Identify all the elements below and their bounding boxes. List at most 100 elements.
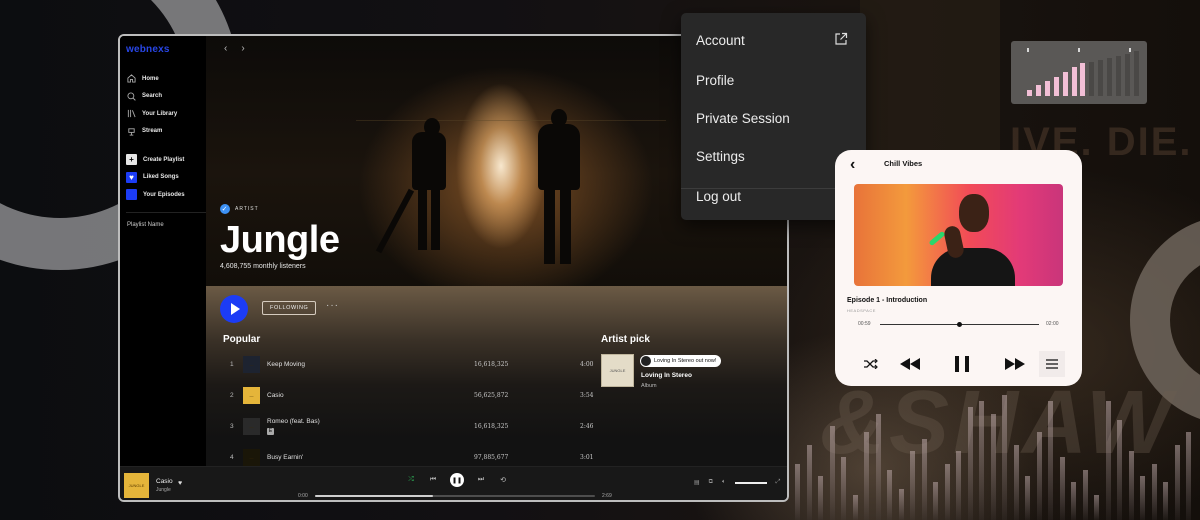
episode-seek-bar[interactable] <box>880 322 1039 327</box>
level-bar <box>1098 60 1104 96</box>
seek-bar[interactable] <box>315 495 595 497</box>
artist-pick-announcement[interactable]: Loving In Stereo out now! <box>640 355 722 367</box>
forward-button[interactable]: › <box>241 43 244 54</box>
device-icon[interactable]: ⧉ <box>709 479 713 486</box>
sidebar-item-library[interactable]: Your Library <box>126 105 177 123</box>
equalizer-bar <box>1094 495 1099 520</box>
level-bar <box>1124 54 1130 96</box>
sidebar-item-label: Search <box>142 93 163 100</box>
back-arrow-icon[interactable]: ‹ <box>850 156 855 174</box>
artist-avatar <box>641 356 651 366</box>
history-nav: ‹ › <box>224 43 245 54</box>
fast-forward-icon[interactable] <box>1003 351 1027 377</box>
track-play-count: 16,618,325 <box>474 361 509 368</box>
level-bar <box>1071 67 1077 96</box>
rewind-icon[interactable] <box>898 351 922 377</box>
fullscreen-icon[interactable]: ⤢ <box>776 479 781 486</box>
back-button[interactable]: ‹ <box>224 43 227 54</box>
sidebar-item-label: Your Episodes <box>143 191 185 198</box>
sidebar-item-stream[interactable]: Stream <box>126 123 177 141</box>
volume-icon[interactable]: 🔈︎ <box>722 479 726 486</box>
podcast-cover-image <box>854 184 1063 286</box>
level-bar <box>1107 58 1113 96</box>
hero-figure-right-body <box>538 124 580 190</box>
track-play-count: 56,625,872 <box>474 392 509 399</box>
equalizer-bar <box>887 470 892 520</box>
background-equalizer <box>795 390 1200 520</box>
artist-pick-title[interactable]: Loving In Stereo <box>641 372 692 379</box>
track-row[interactable]: 1 — Keep Moving 16,618,325 4:00 <box>206 349 593 380</box>
menu-item-log-out[interactable]: Log out <box>696 189 741 204</box>
sidebar-item-label: Create Playlist <box>143 156 185 163</box>
menu-item-account[interactable]: Account <box>696 33 745 48</box>
sidebar-item-liked-songs[interactable]: ♥ Liked Songs <box>126 169 185 187</box>
track-info: Keep Moving <box>267 361 305 368</box>
verified-artist-label: ✓ ARTIST <box>220 204 339 214</box>
equalizer-bar <box>898 489 904 520</box>
sidebar-item-your-episodes[interactable]: Your Episodes <box>126 186 185 204</box>
sidebar-item-create-playlist[interactable]: + Create Playlist <box>126 151 185 169</box>
equalizer-bar <box>910 451 915 520</box>
pause-button[interactable]: ❚❚ <box>450 473 464 487</box>
track-title[interactable]: Casio <box>267 392 284 399</box>
cover-microphone <box>928 230 946 247</box>
track-title[interactable]: Romeo (feat. Bas) <box>267 418 320 425</box>
track-row[interactable]: 2 — Casio 56,625,872 3:54 <box>206 380 593 411</box>
sidebar-item-search[interactable]: Search <box>126 88 177 106</box>
menu-item-profile[interactable]: Profile <box>696 73 734 88</box>
home-icon <box>126 74 136 84</box>
track-number: 4 <box>230 454 234 461</box>
level-tick <box>1129 48 1131 52</box>
track-row[interactable]: 3 — Romeo (feat. Bas) E 16,618,325 2:46 <box>206 411 593 442</box>
now-playing-cover[interactable]: JUNGLE <box>124 473 149 498</box>
track-title[interactable]: Keep Moving <box>267 361 305 368</box>
equalizer-bar <box>1174 445 1180 520</box>
like-heart-icon[interactable]: ♥ <box>178 480 182 487</box>
equalizer-bar <box>1105 401 1111 520</box>
artist-badge-text: ARTIST <box>235 206 259 212</box>
sidebar-nav: Home Search Your Library Stream <box>126 70 177 140</box>
menu-item-private-session[interactable]: Private Session <box>696 111 790 126</box>
track-title[interactable]: Busy Earnin' <box>267 454 303 461</box>
following-button[interactable]: FOLLOWING <box>262 301 317 315</box>
sidebar-playlist-item[interactable]: Playlist Name <box>127 222 164 228</box>
equalizer-bar <box>1048 401 1053 520</box>
shuffle-icon[interactable]: ⤮ <box>406 476 416 484</box>
shuffle-icon[interactable] <box>861 351 881 377</box>
episode-seek-knob[interactable] <box>957 322 962 327</box>
more-options-button[interactable]: ··· <box>326 300 339 311</box>
equalizer-bar <box>1186 432 1191 520</box>
equalizer-bar <box>818 476 823 520</box>
pause-icon[interactable] <box>952 351 972 377</box>
sidebar-item-home[interactable]: Home <box>126 70 177 88</box>
equalizer-bar <box>944 464 950 520</box>
now-playing-title[interactable]: Casio <box>156 478 173 485</box>
app-logo[interactable]: webnexs <box>126 44 170 55</box>
next-track-icon[interactable]: ⏭ <box>476 476 486 484</box>
episodes-icon <box>126 189 137 201</box>
previous-track-icon[interactable]: ⏮ <box>428 476 438 484</box>
level-bar <box>1044 81 1050 96</box>
queue-icon[interactable]: ▤ <box>694 479 700 486</box>
total-time: 2:69 <box>602 493 612 499</box>
track-row[interactable]: 4 — Busy Earnin' 97,885,677 3:01 <box>206 442 593 466</box>
artist-pick-cover[interactable]: JUNGLE <box>601 354 634 387</box>
track-duration: 4:00 <box>580 361 594 368</box>
equalizer-bar <box>1082 470 1088 520</box>
now-playing-bar: JUNGLE Casio Jungle ♥ ⤮ ⏮ ❚❚ ⏭ ⟲ 0:00 2:… <box>120 466 787 500</box>
volume-slider[interactable] <box>734 481 767 484</box>
level-bar <box>1035 85 1041 96</box>
artist-header: ✓ ARTIST Jungle 4,608,755 monthly listen… <box>220 204 340 270</box>
play-button[interactable] <box>220 295 248 323</box>
repeat-icon[interactable]: ⟲ <box>498 476 508 484</box>
podcast-player-card: ‹ Chill Vibes Episode 1 - Introduction H… <box>835 150 1082 386</box>
equalizer-bar <box>933 482 938 520</box>
equalizer-bar <box>921 439 927 520</box>
now-playing-artist[interactable]: Jungle <box>156 487 171 493</box>
track-duration: 3:54 <box>580 392 594 399</box>
level-bar <box>1116 56 1121 96</box>
menu-item-settings[interactable]: Settings <box>696 149 745 164</box>
queue-list-icon[interactable] <box>1039 351 1065 377</box>
track-number: 2 <box>230 392 234 399</box>
equalizer-bar <box>852 495 858 520</box>
